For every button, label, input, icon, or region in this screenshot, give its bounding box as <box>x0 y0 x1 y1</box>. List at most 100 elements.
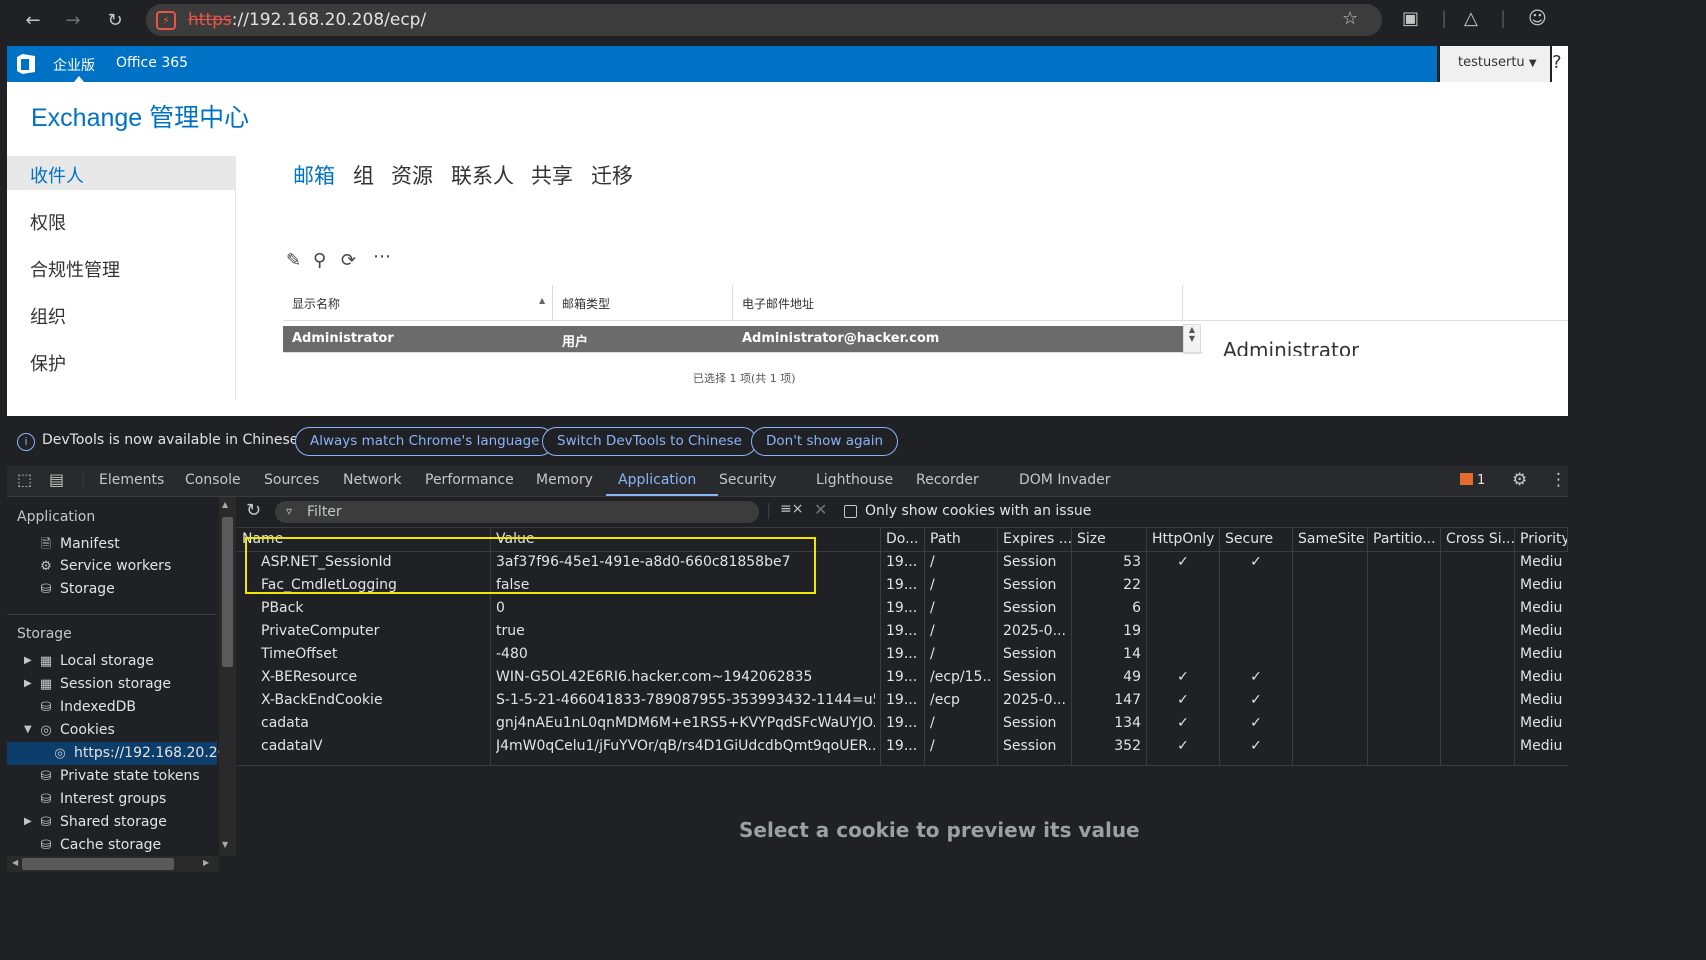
table-row[interactable]: X-BackEndCookie S-1-5-21-466041833-789087… <box>237 690 1568 713</box>
subtab-contacts[interactable]: 联系人 <box>451 160 514 190</box>
address-bar[interactable]: ⚡ https://192.168.20.208/ecp/ ☆ <box>146 4 1382 36</box>
table-row[interactable]: cadataIV J4mW0qCelu1/jFuYVOr/qB/rs4D1GiUd… <box>237 736 1568 759</box>
forward-icon[interactable]: → <box>60 8 86 34</box>
col-size-cell: 14 <box>1123 646 1141 662</box>
collapse-arrow-icon[interactable]: ▼ <box>24 724 32 735</box>
settings-gear-icon[interactable]: ⚙ <box>1512 470 1527 490</box>
nav-item-recipients[interactable]: 收件人 <box>7 156 236 190</box>
tab-dom-invader[interactable]: DOM Invader <box>1019 472 1110 488</box>
subtab-groups[interactable]: 组 <box>353 160 374 190</box>
col-samesite-header[interactable]: SameSite <box>1293 528 1368 552</box>
only-issues-label: Only show cookies with an issue <box>865 503 1092 519</box>
match-language-button[interactable]: Always match Chrome's language <box>295 427 555 456</box>
refresh-icon[interactable]: ↻ <box>246 500 261 521</box>
col-header-mailbox-type[interactable]: 邮箱类型 <box>553 285 733 321</box>
col-size-header[interactable]: Size <box>1072 528 1147 552</box>
more-options-icon[interactable]: ⋯ <box>373 246 391 267</box>
subtab-shared[interactable]: 共享 <box>531 160 573 190</box>
ecp-tab-office365[interactable]: Office 365 <box>116 55 188 71</box>
nav-item-compliance[interactable]: 合规性管理 <box>7 250 236 284</box>
help-icon[interactable]: ? <box>1552 46 1568 82</box>
only-issues-checkbox[interactable] <box>844 505 857 518</box>
col-domain-header[interactable]: Do... <box>881 528 925 552</box>
device-toolbar-icon[interactable]: ▤ <box>49 470 64 489</box>
nav-item-organization[interactable]: 组织 <box>7 297 236 331</box>
grid-scrollbar[interactable]: ▲ ▼ <box>1183 324 1201 354</box>
expand-arrow-icon[interactable]: ▶ <box>24 816 32 827</box>
sidebar-item-indexeddb[interactable]: ⛁ IndexedDB <box>38 699 136 715</box>
subtab-resources[interactable]: 资源 <box>391 160 433 190</box>
col-header-email[interactable]: 电子邮件地址 <box>733 285 1183 321</box>
table-row-selected[interactable]: Administrator 用户 Administrator@hacker.co… <box>283 326 1183 352</box>
col-partition-header[interactable]: Partitio... <box>1368 528 1441 552</box>
table-row[interactable]: PrivateComputer true 19... / 2025-0... 19 Medi… <box>237 621 1568 644</box>
sidebar-item-storage[interactable]: ⛁ Storage <box>38 581 115 597</box>
more-vert-icon[interactable]: ⋮ <box>1550 470 1567 490</box>
refresh-icon[interactable]: ⟳ <box>341 250 356 271</box>
dont-show-again-button[interactable]: Don't show again <box>751 427 899 456</box>
sidebar-item-interest-groups[interactable]: ⛁ Interest groups <box>38 791 167 807</box>
sidebar-item-service-workers[interactable]: ⚙ Service workers <box>38 558 171 574</box>
extensions-icon[interactable]: ▣ <box>1402 8 1419 29</box>
subtab-migration[interactable]: 迁移 <box>591 160 633 190</box>
tab-lighthouse[interactable]: Lighthouse <box>816 472 893 488</box>
sidebar-item-shared-storage[interactable]: ▶ ⛁ Shared storage <box>24 814 167 830</box>
tab-elements[interactable]: Elements <box>99 472 164 488</box>
sidebar-horizontal-thumb[interactable] <box>22 858 174 870</box>
inspect-element-icon[interactable]: ⬚ <box>17 470 32 489</box>
subtab-mailbox[interactable]: 邮箱 <box>293 160 335 190</box>
not-secure-icon[interactable]: ⚡ <box>156 11 176 30</box>
nav-item-protection[interactable]: 保护 <box>7 344 236 378</box>
tab-recorder[interactable]: Recorder <box>916 472 979 488</box>
tab-performance[interactable]: Performance <box>425 472 514 488</box>
table-row[interactable]: X-BEResource WIN-G5OL42E6RI6.hacker.com~1… <box>237 667 1568 690</box>
expand-arrow-icon[interactable]: ▶ <box>24 678 32 689</box>
profile-icon[interactable]: ☺ <box>1528 8 1547 29</box>
col-secure-header[interactable]: Secure <box>1220 528 1293 552</box>
col-cross-site-header[interactable]: Cross Si... <box>1441 528 1515 552</box>
search-icon[interactable]: ⚲ <box>313 250 326 271</box>
sidebar-item-manifest[interactable]: 🗎 Manifest <box>38 535 120 557</box>
scroll-down-arrow-icon[interactable]: ▼ <box>222 840 228 849</box>
back-icon[interactable]: ← <box>20 8 46 34</box>
sidebar-item-session-storage[interactable]: ▶ ▦ Session storage <box>24 676 171 692</box>
edit-pencil-icon[interactable]: ✎ <box>286 250 301 271</box>
sidebar-item-cache-storage[interactable]: ⛁ Cache storage <box>38 837 162 853</box>
issues-badge[interactable]: 1 <box>1460 473 1485 488</box>
sidebar-item-private-state-tokens[interactable]: ⛁ Private state tokens <box>38 768 200 784</box>
tab-memory[interactable]: Memory <box>536 472 593 488</box>
col-priority-header[interactable]: Priority <box>1515 528 1568 552</box>
tab-network[interactable]: Network <box>343 472 401 488</box>
col-header-display-name[interactable]: 显示名称 ▲ <box>283 285 553 321</box>
sidebar-scroll-thumb[interactable] <box>222 517 233 667</box>
switch-to-chinese-button[interactable]: Switch DevTools to Chinese <box>542 427 757 456</box>
labs-flask-icon[interactable]: △ <box>1464 8 1478 29</box>
clear-all-cookies-icon[interactable]: ≡× <box>780 501 803 517</box>
table-row[interactable]: TimeOffset -480 19... / Session 14 Mediur <box>237 644 1568 667</box>
col-expires-header[interactable]: Expires ... <box>998 528 1072 552</box>
sidebar-item-local-storage[interactable]: ▶ ▦ Local storage <box>24 653 154 669</box>
tab-application[interactable]: Application <box>618 472 696 488</box>
ecp-tab-enterprise[interactable]: 企业版 <box>53 55 95 75</box>
reload-icon[interactable]: ↻ <box>102 8 128 34</box>
tab-security[interactable]: Security <box>719 472 777 488</box>
tab-console[interactable]: Console <box>185 472 241 488</box>
scroll-left-arrow-icon[interactable]: ◀ <box>12 858 18 867</box>
cookie-icon: ◎ <box>40 723 52 738</box>
tab-sources[interactable]: Sources <box>264 472 319 488</box>
bookmark-star-icon[interactable]: ☆ <box>1342 8 1358 29</box>
table-row[interactable]: cadata gnj4nAEu1nL0qnMDM6M+e1RS5+KVYPqdSF… <box>237 713 1568 736</box>
scroll-up-arrow-icon[interactable]: ▲ <box>222 500 228 509</box>
user-menu[interactable]: testusertu ▼ <box>1440 46 1550 82</box>
col-path-header[interactable]: Path <box>925 528 998 552</box>
col-httponly-header[interactable]: HttpOnly <box>1147 528 1220 552</box>
url-text[interactable]: https://192.168.20.208/ecp/ <box>188 10 426 30</box>
sidebar-item-cookies[interactable]: ▼ ◎ Cookies <box>24 722 115 738</box>
sidebar-item-cookie-origin[interactable]: ◎ https://192.168.20.20 <box>52 745 226 761</box>
expand-arrow-icon[interactable]: ▶ <box>24 655 32 666</box>
scroll-right-arrow-icon[interactable]: ▶ <box>203 858 209 867</box>
table-row[interactable]: PBack 0 19... / Session 6 Mediur <box>237 598 1568 621</box>
nav-item-permissions[interactable]: 权限 <box>7 203 236 237</box>
delete-selected-icon[interactable]: ✕ <box>814 500 827 519</box>
filter-input[interactable]: ▿ Filter <box>275 501 759 523</box>
